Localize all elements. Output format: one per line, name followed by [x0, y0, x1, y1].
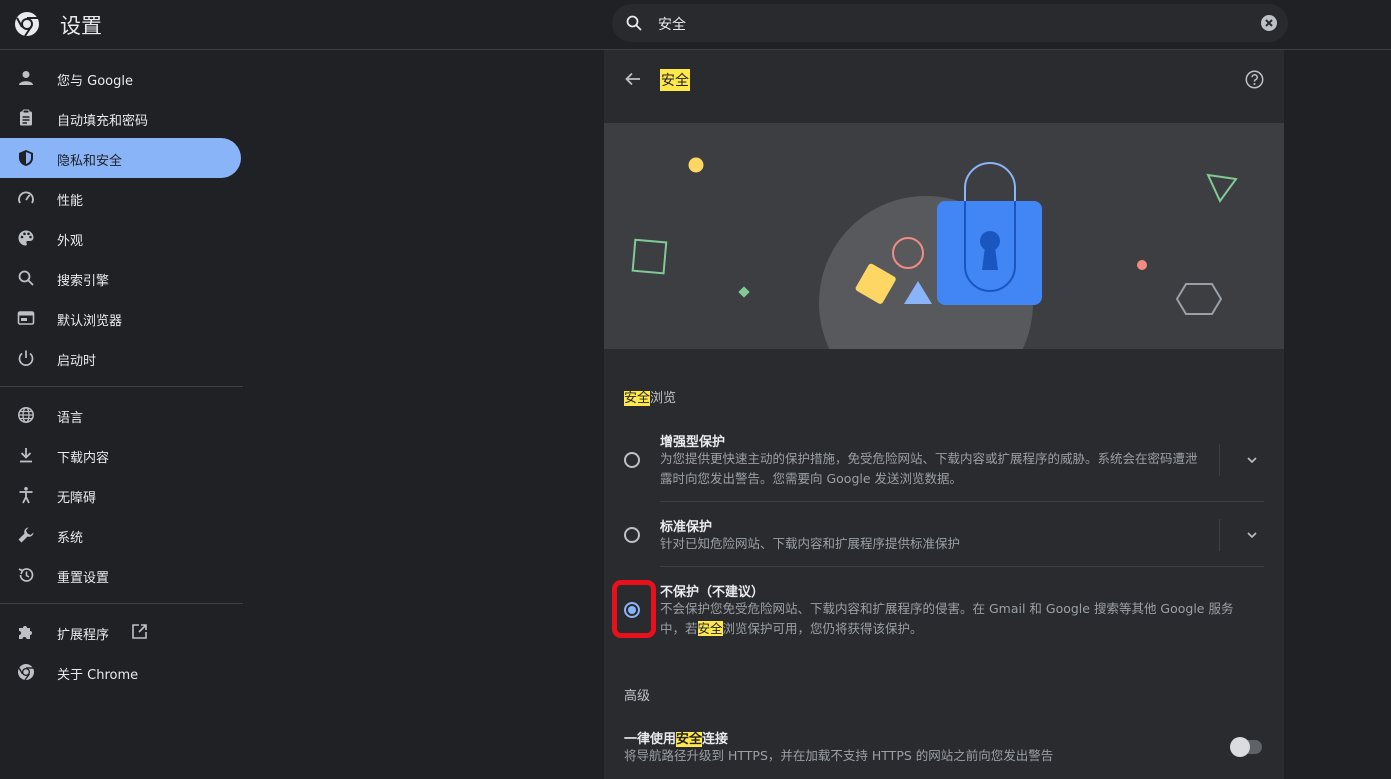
sidebar-item-label: 隐私和安全	[57, 154, 123, 169]
chrome-logo-icon	[18, 664, 34, 681]
page-title: 设置	[60, 14, 102, 38]
option-title: 标准保护	[660, 520, 713, 535]
search-input[interactable]: 安全	[658, 14, 686, 34]
sidebar-item-about-chrome[interactable]: 关于 Chrome	[0, 652, 241, 692]
red-annotation-mark	[612, 580, 656, 638]
sidebar-item-label: 默认浏览器	[57, 314, 123, 329]
vertical-divider	[1219, 519, 1220, 551]
sidebar-item-label: 重置设置	[57, 571, 110, 586]
search-box[interactable]: 安全	[612, 4, 1288, 42]
chevron-down-icon[interactable]	[1244, 452, 1260, 468]
puzzle-icon	[19, 626, 32, 639]
sidebar-item-label: 性能	[57, 194, 84, 209]
power-icon	[18, 350, 34, 366]
option-title: 增强型保护	[660, 435, 726, 450]
sidebar-item-label: 您与 Google	[57, 74, 133, 89]
sidebar-item-default-browser[interactable]: 默认浏览器	[0, 298, 241, 338]
option-description: 针对已知危险网站、下载内容和扩展程序提供标准保护	[660, 536, 961, 551]
search-highlight: 安全	[697, 621, 723, 636]
sidebar-item-label: 无障碍	[57, 491, 97, 506]
sidebar-item-performance[interactable]: 性能	[0, 178, 241, 218]
help-icon[interactable]	[1245, 70, 1264, 89]
standard-protection-radio[interactable]	[624, 527, 640, 543]
sidebar-item-label: 下载内容	[57, 451, 110, 466]
sidebar-item-system[interactable]: 系统	[0, 515, 241, 555]
chrome-logo-icon	[15, 12, 39, 37]
sidebar: 您与 Google 自动填充和密码 隐私和安全 性能 外观 搜索引擎 默认浏览器…	[0, 58, 244, 692]
sidebar-item-privacy-security[interactable]: 隐私和安全	[0, 138, 241, 178]
accessibility-icon	[19, 487, 33, 504]
search-icon	[18, 270, 34, 286]
sidebar-item-reset-settings[interactable]: 重置设置	[0, 555, 241, 595]
search-highlight: 安全	[676, 732, 703, 747]
safe-browsing-section-title: 安全浏览	[624, 387, 676, 406]
browser-window-icon	[17, 311, 35, 325]
sidebar-item-appearance[interactable]: 外观	[0, 218, 241, 258]
title-text: 一律使用	[624, 732, 677, 747]
palette-icon	[18, 230, 34, 246]
option-description: 为您提供更快速主动的保护措施，免受危险网站、下载内容或扩展程序的威胁。系统会在密…	[660, 451, 1198, 486]
sidebar-divider	[0, 603, 243, 604]
sidebar-item-accessibility[interactable]: 无障碍	[0, 475, 241, 515]
setting-title: 一律使用安全连接	[624, 728, 728, 747]
option-title: 不保护（不建议）	[660, 585, 765, 600]
option-description: 不会保护您免受危险网站、下载内容和扩展程序的侵害。在 Gmail 和 Googl…	[660, 599, 1250, 639]
section-title-text: 浏览	[650, 391, 677, 406]
back-arrow-icon[interactable]	[624, 70, 642, 88]
globe-icon	[18, 407, 34, 423]
enhanced-protection-radio[interactable]	[624, 452, 640, 468]
title-text: 连接	[702, 732, 729, 747]
clipboard-icon	[20, 109, 32, 126]
search-highlight: 安全	[624, 391, 651, 406]
always-https-toggle[interactable]	[1230, 737, 1262, 757]
illustration-graphic	[631, 157, 1238, 349]
sidebar-item-extensions[interactable]: 扩展程序	[0, 612, 241, 652]
sidebar-item-label: 启动时	[57, 354, 97, 369]
card-header: 安全	[604, 50, 1284, 122]
sidebar-item-autofill[interactable]: 自动填充和密码	[0, 98, 241, 138]
sidebar-item-search-engine[interactable]: 搜索引擎	[0, 258, 241, 298]
person-icon	[19, 71, 33, 85]
reset-history-icon	[18, 568, 34, 582]
sidebar-item-label: 语言	[57, 411, 84, 426]
option-divider	[660, 566, 1264, 567]
security-settings-card: 安全 安全浏览 增强型保护 为您提供更快速主动的保护措施，免受危险网站、下载内容…	[604, 50, 1284, 779]
sidebar-item-on-startup[interactable]: 启动时	[0, 338, 241, 378]
sidebar-item-label: 关于 Chrome	[57, 668, 139, 683]
download-icon	[20, 448, 32, 463]
security-illustration	[604, 123, 1284, 349]
sidebar-item-label: 系统	[57, 531, 84, 546]
sidebar-item-label: 外观	[57, 234, 84, 249]
sidebar-item-you-and-google[interactable]: 您与 Google	[0, 58, 241, 98]
desc-text: 浏览保护可用，您仍将获得该保护。	[722, 621, 923, 636]
wrench-icon	[18, 527, 34, 543]
advanced-section-title: 高级	[624, 689, 651, 704]
sidebar-divider	[0, 386, 243, 387]
search-icon	[626, 15, 642, 31]
toggle-knob	[1230, 737, 1250, 757]
sidebar-item-label: 自动填充和密码	[57, 114, 149, 129]
gauge-icon	[18, 191, 34, 204]
setting-description: 将导航路径升级到 HTTPS，并在加载不支持 HTTPS 的网站之前向您发出警告	[624, 748, 1054, 763]
sidebar-item-label: 搜索引擎	[57, 274, 110, 289]
vertical-divider	[1219, 444, 1220, 476]
card-title: 安全	[660, 69, 690, 91]
external-link-icon	[132, 624, 147, 639]
option-divider	[660, 501, 1264, 502]
sidebar-item-downloads[interactable]: 下载内容	[0, 435, 241, 475]
shield-icon	[19, 150, 33, 166]
chevron-down-icon[interactable]	[1244, 527, 1260, 543]
sidebar-item-label: 扩展程序	[57, 628, 110, 643]
clear-search-icon[interactable]	[1260, 14, 1278, 32]
sidebar-item-languages[interactable]: 语言	[0, 395, 241, 435]
top-bar: 设置 安全	[0, 0, 1391, 50]
